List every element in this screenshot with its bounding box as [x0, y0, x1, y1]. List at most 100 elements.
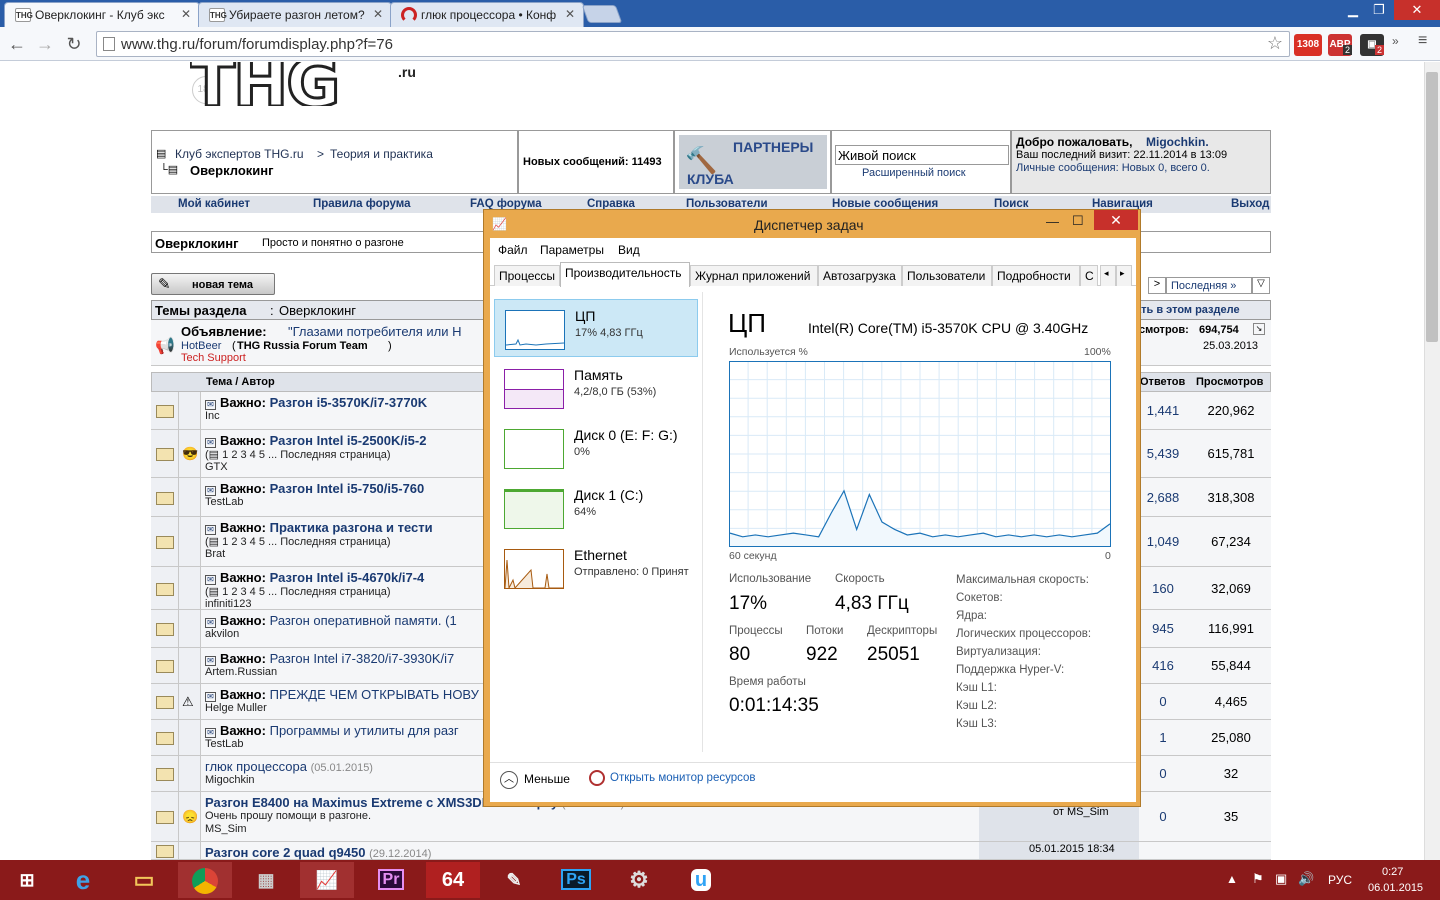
back-arrow-icon[interactable]: ← — [6, 33, 28, 55]
nav-my-cabinet[interactable]: Мой кабинет — [178, 198, 250, 210]
tab-details[interactable]: Подробности — [992, 265, 1080, 286]
browser-tab-summer[interactable]: THG Убираете разгон летом? ✕ — [198, 2, 392, 27]
thread-replies[interactable]: 1,049 — [1139, 534, 1187, 549]
tab-scroll-left-icon[interactable]: ◂ — [1100, 265, 1116, 286]
thread-author[interactable]: TestLab — [205, 496, 244, 508]
menu-icon[interactable]: ≡ — [1418, 32, 1427, 50]
new-posts-count[interactable]: Новых сообщений: 11493 — [523, 156, 662, 168]
last-page-button[interactable]: Последняя » — [1166, 277, 1252, 294]
menu-options[interactable]: Параметры — [540, 243, 604, 257]
fewer-details-button[interactable]: Меньше — [524, 772, 570, 786]
close-icon[interactable]: ✕ — [181, 7, 191, 21]
thread-title[interactable]: Разгон core 2 quad q9450 (29.12.2014) — [205, 845, 431, 860]
announcement-title[interactable]: "Глазами потребителя или Н — [288, 324, 462, 339]
page-nav-dropdown-icon[interactable]: ▽ — [1252, 277, 1270, 294]
resource-monitor-link[interactable]: Открыть монитор ресурсов — [610, 772, 756, 784]
close-icon[interactable]: ✕ — [565, 7, 575, 21]
tab-processes[interactable]: Процессы — [494, 265, 560, 286]
new-tab-button[interactable] — [581, 5, 623, 23]
reload-icon[interactable]: ↻ — [63, 33, 85, 55]
thread-replies[interactable]: 5,439 — [1139, 446, 1187, 461]
go-last-post-icon[interactable]: ↘ — [1253, 323, 1265, 335]
tab-scroll-right-icon[interactable]: ▸ — [1116, 265, 1132, 286]
menu-file[interactable]: Файл — [498, 243, 528, 257]
clock-time[interactable]: 0:27 — [1382, 866, 1403, 878]
nav-logout[interactable]: Выход — [1231, 198, 1269, 210]
col-views[interactable]: Просмотров — [1196, 376, 1263, 388]
power-icon[interactable]: ▣ — [1275, 871, 1287, 887]
close-icon[interactable]: ✕ — [373, 7, 383, 21]
scrollbar-thumb[interactable] — [1426, 72, 1438, 342]
tab-performance[interactable]: Производительность — [560, 262, 690, 287]
premiere-icon[interactable]: Pr — [364, 862, 418, 898]
internet-explorer-icon[interactable]: e — [56, 862, 110, 898]
forward-arrow-icon[interactable]: → — [34, 33, 56, 55]
restore-icon[interactable]: ❐ — [1364, 0, 1394, 20]
thread-pages-text[interactable]: 1 2 3 4 5 ... Последняя страница) — [222, 536, 390, 548]
welcome-user[interactable]: Migochkin. — [1146, 135, 1209, 149]
menu-view[interactable]: Вид — [618, 243, 640, 257]
perf-item-memory[interactable]: Память 4,2/8,0 ГБ (53%) — [494, 359, 698, 417]
search-section-link[interactable]: ать в этом разделе — [1135, 304, 1240, 316]
perf-item-cpu[interactable]: ЦП 17% 4,83 ГГц — [494, 299, 698, 357]
next-page-button[interactable]: > — [1148, 277, 1166, 294]
nav-rules[interactable]: Правила форума — [313, 198, 411, 210]
photoshop-icon[interactable]: Ps — [549, 862, 603, 898]
bookmark-star-icon[interactable]: ☆ — [1267, 33, 1283, 54]
tab-startup[interactable]: Автозагрузка — [818, 265, 902, 286]
thread-pages-text[interactable]: 1 2 3 4 5 ... Последняя страница) — [222, 449, 390, 461]
last-post-by[interactable]: от MS_Sim — [1053, 806, 1109, 818]
thread-title[interactable]: ✉ Важно: Разгон Intel i5-750/i5-760 — [205, 481, 424, 496]
breadcrumb-root[interactable]: Клуб экспертов THG.ru — [175, 147, 304, 161]
thread-title[interactable]: ✉ Важно: Разгон Intel i5-4670k/i7-4 — [205, 570, 424, 585]
new-topic-button[interactable]: ✎ новая тема — [151, 273, 275, 295]
thread-title[interactable]: ✉ Важно: Разгон оперативной памяти. (1 — [205, 613, 457, 628]
tab-services[interactable]: С — [1080, 265, 1098, 286]
thread-replies[interactable]: 160 — [1139, 581, 1187, 596]
tab-app-history[interactable]: Журнал приложений — [690, 265, 818, 286]
perf-item-ethernet[interactable]: Ethernet Отправлено: 0 Принят — [494, 539, 698, 597]
thread-author[interactable]: Migochkin — [205, 774, 255, 786]
thread-title[interactable]: ✉ Важно: Разгон i5-3570K/i7-3770K — [205, 395, 427, 410]
volume-icon[interactable]: 🔊 — [1298, 871, 1314, 887]
thread-title[interactable]: глюк процессора (05.01.2015) — [205, 759, 373, 774]
thread-author[interactable]: MS_Sim — [205, 823, 247, 835]
file-explorer-icon[interactable]: ▭ — [117, 862, 171, 898]
thg-logo[interactable]: THG — [190, 62, 338, 106]
perf-item-disk0[interactable]: Диск 0 (E: F: G:) 0% — [494, 419, 698, 477]
advanced-search-link[interactable]: Расширенный поиск — [862, 167, 966, 179]
thread-author[interactable]: Helge Muller — [205, 702, 267, 714]
thread-author[interactable]: TestLab — [205, 738, 244, 750]
thread-author[interactable]: Artem.Russian — [205, 666, 277, 678]
thread-replies[interactable]: 2,688 — [1139, 490, 1187, 505]
close-icon[interactable]: ✕ — [1094, 210, 1138, 230]
announcement-user[interactable]: HotBeer — [181, 340, 221, 352]
thread-replies[interactable]: 1 — [1139, 730, 1187, 745]
tray-arrow-icon[interactable]: ▲ — [1226, 872, 1238, 886]
live-search-input[interactable]: Живой поиск — [835, 145, 1009, 165]
language-indicator[interactable]: РУС — [1328, 873, 1352, 887]
thread-title[interactable]: ✉ Важно: Разгон Intel i5-2500K/i5-2 — [205, 433, 426, 448]
clock-date[interactable]: 06.01.2015 — [1368, 882, 1423, 894]
chrome-icon[interactable] — [178, 862, 232, 898]
browser-tab-overclocking[interactable]: THG Оверклокинг - Клуб экс ✕ — [4, 2, 200, 27]
thread-title[interactable]: ✉ Важно: Практика разгона и тести — [205, 520, 433, 535]
gmail-icon[interactable]: 1308 — [1294, 34, 1322, 56]
perf-item-disk1[interactable]: Диск 1 (C:) 64% — [494, 479, 698, 537]
thread-replies[interactable]: 0 — [1139, 766, 1187, 781]
steam-icon[interactable]: ⚙ — [612, 862, 666, 898]
thread-title[interactable]: ✉ Важно: ПРЕЖДЕ ЧЕМ ОТКРЫВАТЬ НОВУ — [205, 687, 479, 702]
thread-author[interactable]: Brat — [205, 548, 225, 560]
breadcrumb-parent[interactable]: Теория и практика — [330, 147, 433, 161]
browser-tab-cpu-bug[interactable]: глюк процессора • Конф ✕ — [390, 2, 584, 27]
thread-author[interactable]: GTX — [205, 461, 228, 473]
close-window-icon[interactable]: ✕ — [1394, 0, 1440, 20]
thread-author[interactable]: akvilon — [205, 628, 239, 640]
minimize-icon[interactable]: — — [1046, 214, 1059, 229]
thread-replies[interactable]: 945 — [1139, 621, 1187, 636]
col-replies[interactable]: Ответов — [1140, 376, 1185, 388]
thread-replies[interactable]: 0 — [1139, 809, 1187, 824]
col-topic[interactable]: Тема / Автор — [206, 376, 275, 388]
thread-title[interactable]: ✉ Важно: Программы и утилиты для разг — [205, 723, 459, 738]
chevron-up-icon[interactable]: ︿ — [500, 771, 518, 789]
